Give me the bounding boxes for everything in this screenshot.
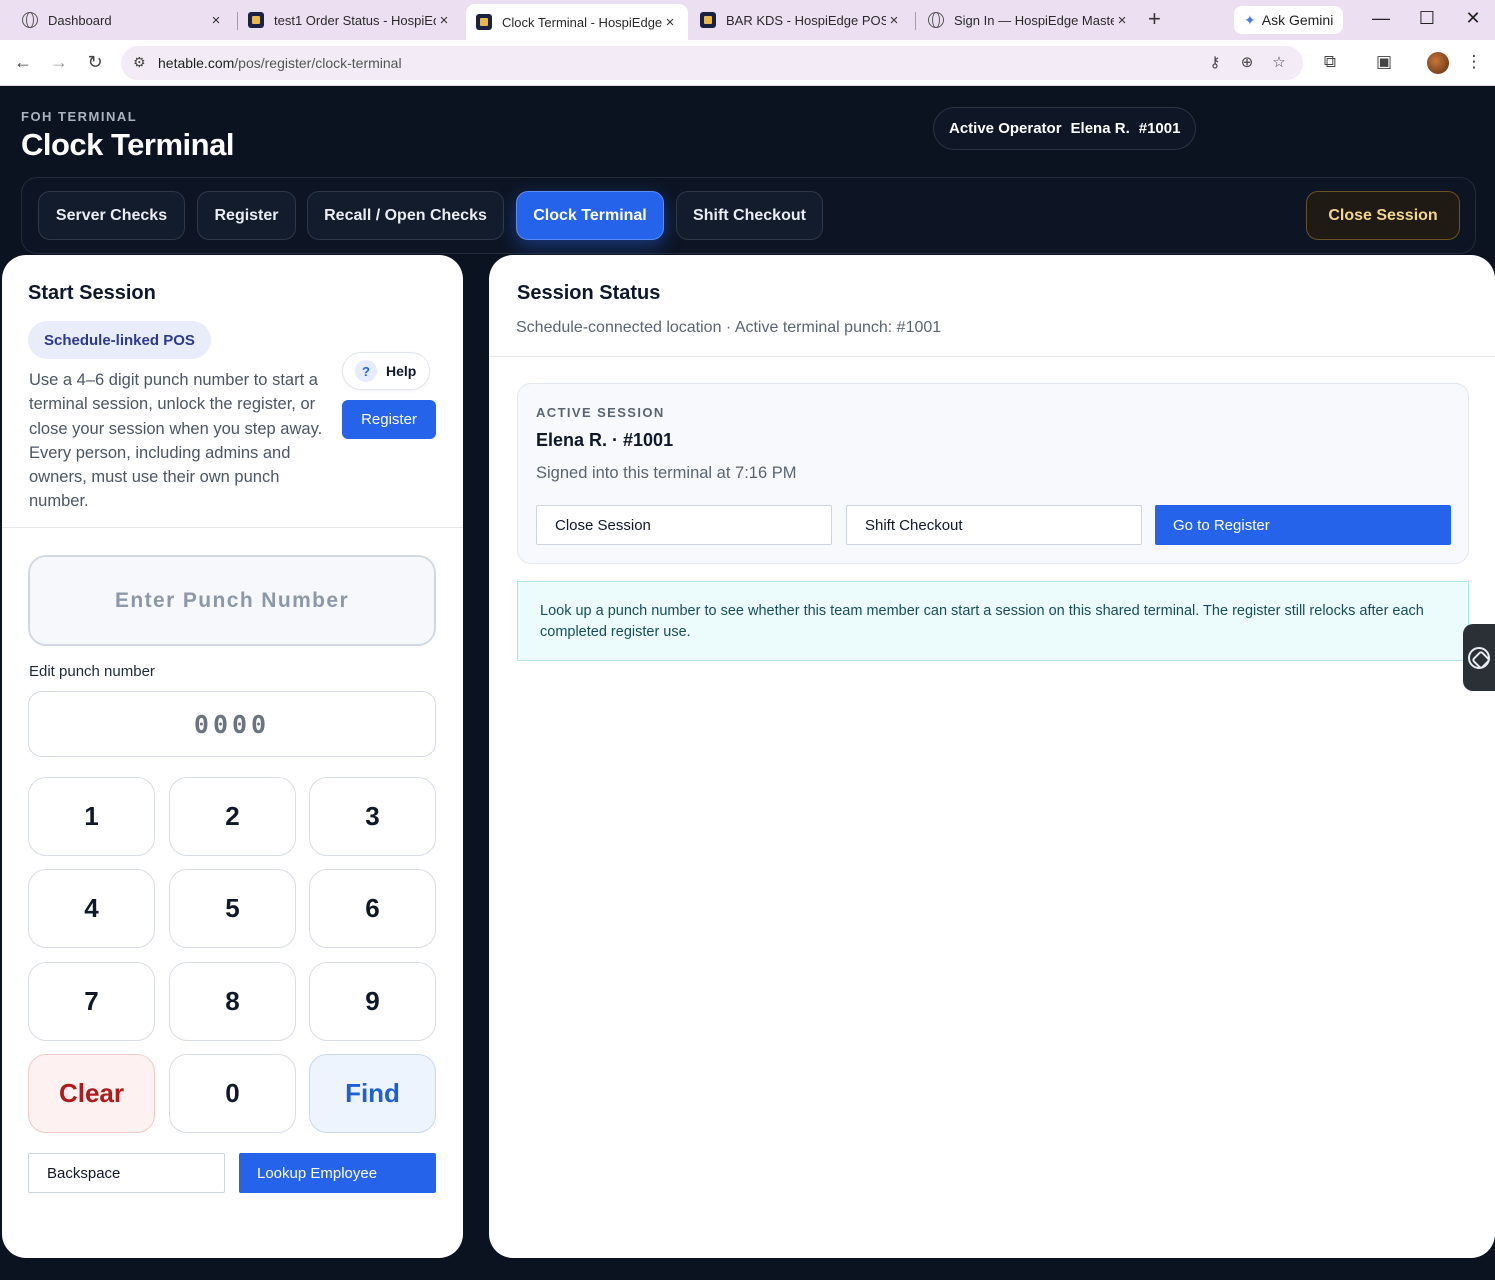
help-button[interactable]: ? Help — [342, 352, 430, 390]
active-session-panel: ACTIVE SESSION Elena R. · #1001 Signed i… — [517, 383, 1469, 564]
operator-label: Active Operator — [949, 120, 1062, 137]
zoom-icon[interactable]: ⊕ — [1237, 53, 1257, 71]
session-status-subtitle: Schedule-connected location · Active ter… — [516, 319, 942, 336]
tab-separator — [915, 12, 916, 30]
gemini-label: Ask Gemini — [1261, 12, 1334, 28]
browser-toolbar: ← → ↻ ⚙ hetable.com/pos/register/clock-t… — [0, 40, 1495, 86]
maximize-icon[interactable]: ☐ — [1415, 8, 1439, 29]
assistant-widget[interactable] — [1463, 624, 1495, 691]
tab-title: Sign In — HospiEdge Master — [954, 12, 1114, 28]
page-eyebrow: FOH TERMINAL — [21, 109, 138, 124]
close-icon[interactable]: × — [1114, 12, 1130, 29]
terminal-nav: Server Checks Register Recall / Open Che… — [21, 177, 1476, 254]
globe-icon — [928, 12, 944, 28]
keypad-key-7[interactable]: 7 — [28, 962, 155, 1041]
address-bar[interactable]: ⚙ hetable.com/pos/register/clock-termina… — [121, 46, 1303, 80]
tab-title: Clock Terminal - HospiEdge POS — [502, 14, 662, 30]
back-icon[interactable]: ← — [12, 52, 34, 73]
close-session-button[interactable]: Close Session — [1306, 191, 1460, 240]
session-status-card: Session Status Schedule-connected locati… — [489, 255, 1495, 1258]
tab-title: test1 Order Status - HospiEdge — [274, 12, 436, 28]
punch-number-input[interactable]: 0000 — [28, 691, 436, 757]
keypad-key-8[interactable]: 8 — [169, 962, 296, 1041]
register-button[interactable]: Register — [342, 400, 436, 439]
tab-title: Dashboard — [48, 12, 112, 28]
start-session-card: Start Session Schedule-linked POS Use a … — [2, 255, 463, 1258]
punch-number-display: Enter Punch Number — [28, 555, 436, 646]
keypad-key-0[interactable]: 0 — [169, 1054, 296, 1133]
gemini-spark-icon: ✦ — [1244, 11, 1256, 28]
question-icon: ? — [355, 360, 377, 382]
signed-in-time: Signed into this terminal at 7:16 PM — [536, 464, 797, 482]
keypad-key-5[interactable]: 5 — [169, 869, 296, 948]
close-icon[interactable]: × — [436, 12, 452, 29]
start-session-description: Use a 4–6 digit punch number to start a … — [29, 371, 323, 511]
active-session-eyebrow: ACTIVE SESSION — [536, 405, 665, 420]
keypad-key-1[interactable]: 1 — [28, 777, 155, 856]
section-divider — [489, 356, 1495, 357]
new-tab-icon[interactable]: + — [1148, 8, 1161, 30]
menu-kebab-icon[interactable]: ⋮ — [1463, 52, 1485, 72]
help-label: Help — [386, 363, 417, 379]
bookmark-star-icon[interactable]: ☆ — [1269, 53, 1289, 71]
globe-icon — [22, 12, 38, 28]
reload-icon[interactable]: ↻ — [84, 52, 106, 73]
backspace-button[interactable]: Backspace — [28, 1153, 225, 1193]
url-domain: hetable.com — [158, 55, 235, 71]
keypad-find[interactable]: Find — [309, 1054, 436, 1133]
browser-tab-bar-kds[interactable]: BAR KDS - HospiEdge POS × — [690, 4, 912, 36]
app-favicon-icon — [248, 12, 264, 28]
keypad-key-9[interactable]: 9 — [309, 962, 436, 1041]
nav-recall-open-checks[interactable]: Recall / Open Checks — [307, 191, 504, 240]
nav-shift-checkout[interactable]: Shift Checkout — [676, 191, 823, 240]
schedule-linked-badge: Schedule-linked POS — [28, 321, 211, 359]
url-path: /pos/register/clock-terminal — [234, 55, 402, 71]
profile-avatar[interactable] — [1427, 52, 1449, 74]
forward-icon[interactable]: → — [48, 52, 70, 73]
session-status-title: Session Status — [517, 282, 661, 304]
app-favicon-icon — [700, 12, 716, 28]
site-settings-icon[interactable]: ⚙ — [133, 54, 146, 71]
close-icon[interactable]: × — [886, 12, 902, 29]
operator-number: #1001 — [1138, 120, 1181, 137]
keypad-key-3[interactable]: 3 — [309, 777, 436, 856]
minimize-icon[interactable]: — — [1369, 8, 1393, 29]
section-divider — [2, 527, 463, 528]
keypad-key-4[interactable]: 4 — [28, 869, 155, 948]
nav-server-checks[interactable]: Server Checks — [38, 191, 185, 240]
go-to-register-button[interactable]: Go to Register — [1155, 505, 1451, 545]
browser-tab-strip: Dashboard × test1 Order Status - HospiEd… — [0, 0, 1495, 40]
keypad-clear[interactable]: Clear — [28, 1054, 155, 1133]
page-title: Clock Terminal — [21, 127, 234, 162]
close-icon[interactable]: × — [208, 12, 224, 29]
browser-tab-dashboard[interactable]: Dashboard × — [12, 4, 234, 36]
close-icon[interactable]: × — [662, 14, 678, 31]
browser-tab-sign-in[interactable]: Sign In — HospiEdge Master × — [918, 4, 1140, 36]
active-operator-badge: Active Operator Elena R. #1001 — [933, 107, 1197, 150]
browser-tab-order-status[interactable]: test1 Order Status - HospiEdge × — [238, 4, 462, 36]
pos-app: FOH TERMINAL Clock Terminal Active Opera… — [0, 87, 1495, 1280]
url-text: hetable.com/pos/register/clock-terminal — [158, 55, 402, 71]
nav-register[interactable]: Register — [197, 191, 296, 240]
active-session-name: Elena R. · #1001 — [536, 430, 674, 450]
app-favicon-icon — [476, 14, 492, 30]
session-close-button[interactable]: Close Session — [536, 505, 832, 545]
ask-gemini-button[interactable]: ✦ Ask Gemini — [1234, 6, 1344, 34]
tab-title: BAR KDS - HospiEdge POS — [726, 12, 886, 28]
password-key-icon[interactable]: ⚷ — [1205, 53, 1225, 71]
keypad-key-2[interactable]: 2 — [169, 777, 296, 856]
edit-punch-label: Edit punch number — [29, 663, 155, 680]
browser-tab-clock-terminal[interactable]: Clock Terminal - HospiEdge POS × — [466, 4, 688, 40]
start-session-title: Start Session — [28, 282, 156, 304]
operator-name: Elena R. — [1070, 120, 1130, 137]
nav-clock-terminal[interactable]: Clock Terminal — [516, 191, 664, 240]
assistant-knot-icon — [1468, 646, 1490, 669]
side-panel-icon[interactable]: ▣ — [1373, 52, 1395, 72]
lookup-employee-button[interactable]: Lookup Employee — [239, 1153, 436, 1193]
lookup-info-message: Look up a punch number to see whether th… — [517, 581, 1469, 661]
extensions-icon[interactable]: ⧉ — [1319, 52, 1341, 72]
keypad-key-6[interactable]: 6 — [309, 869, 436, 948]
session-shift-checkout-button[interactable]: Shift Checkout — [846, 505, 1142, 545]
window-close-icon[interactable]: ✕ — [1461, 8, 1485, 29]
